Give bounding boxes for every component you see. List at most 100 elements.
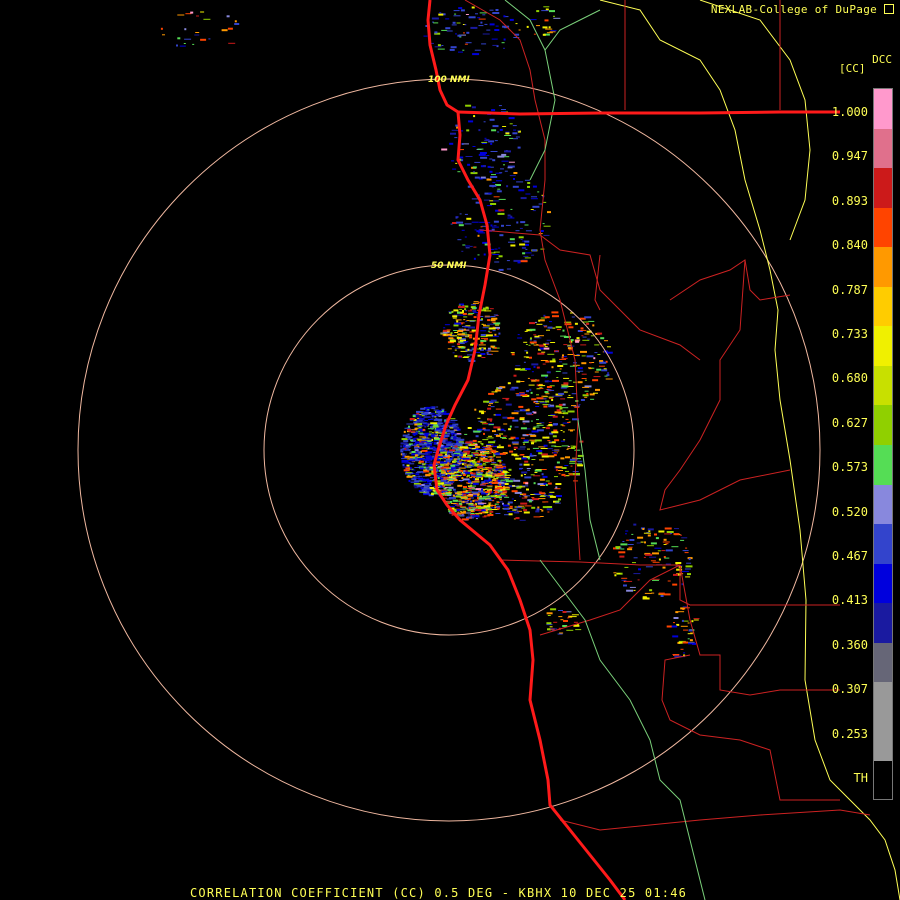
radar-echo-pixel xyxy=(511,412,519,415)
radar-echo-pixel xyxy=(562,416,564,418)
radar-echo-pixel xyxy=(402,455,405,458)
radar-echo-pixel xyxy=(489,158,493,160)
radar-echo-pixel xyxy=(604,340,608,342)
radar-echo-pixel xyxy=(562,354,564,357)
radar-echo-pixel xyxy=(489,184,497,187)
credit-text[interactable]: NEXLAB-College of DuPage xyxy=(711,3,894,16)
radar-echo-pixel xyxy=(620,548,625,550)
radar-echo-pixel xyxy=(463,328,466,331)
radar-echo-pixel xyxy=(503,38,506,41)
radar-echo-pixel xyxy=(574,449,581,451)
radar-echo-pixel xyxy=(469,472,473,475)
radar-echo-pixel xyxy=(562,363,568,365)
radar-echo-pixel xyxy=(499,483,502,486)
radar-echo-pixel xyxy=(511,498,514,500)
radar-echo-pixel xyxy=(417,420,425,422)
radar-echo-pixel xyxy=(474,176,480,179)
radar-echo-pixel xyxy=(425,464,433,466)
radar-echo-pixel xyxy=(488,331,492,333)
radar-echo-pixel xyxy=(429,477,433,479)
radar-echo-pixel xyxy=(572,364,580,366)
color-scale-tick-label: 1.000 xyxy=(831,105,868,119)
radar-echo-pixel xyxy=(558,473,561,475)
radar-echo-pixel xyxy=(465,104,472,107)
radar-echo-pixel xyxy=(682,641,688,644)
radar-echo-pixel xyxy=(671,546,679,548)
color-scale-segment xyxy=(874,168,892,209)
radar-echo-pixel xyxy=(570,445,576,447)
radar-echo-pixel xyxy=(513,374,517,377)
radar-echo-pixel xyxy=(487,486,493,488)
radar-echo-pixel xyxy=(463,143,469,145)
radar-echo-pixel xyxy=(474,161,481,163)
radar-echo-pixel xyxy=(488,441,496,444)
radar-echo-pixel xyxy=(567,446,570,447)
radar-echo-pixel xyxy=(482,488,487,490)
radar-echo-pixel xyxy=(477,148,484,150)
radar-echo-pixel xyxy=(475,457,478,459)
radar-echo-pixel xyxy=(451,129,459,131)
radar-echo-pixel xyxy=(505,132,510,135)
radar-echo-pixel xyxy=(629,586,636,588)
radar-echo-pixel xyxy=(451,310,454,313)
radar-echo-pixel xyxy=(510,208,513,210)
radar-echo-pixel xyxy=(401,460,409,462)
radar-echo-pixel xyxy=(421,463,424,465)
radar-echo-pixel xyxy=(412,444,417,446)
radar-echo-pixel xyxy=(472,146,476,147)
radar-echo-pixel xyxy=(531,506,536,509)
radar-echo-pixel xyxy=(567,422,571,423)
radar-echo-pixel xyxy=(518,505,525,507)
external-link-icon[interactable] xyxy=(884,4,894,14)
radar-echo-pixel xyxy=(618,551,626,554)
radar-echo-pixel xyxy=(400,442,408,445)
radar-echo-pixel xyxy=(434,415,438,417)
radar-echo-pixel xyxy=(536,25,540,27)
radar-echo-pixel xyxy=(471,476,476,478)
radar-echo-pixel xyxy=(539,422,545,424)
radar-echo-pixel xyxy=(492,44,498,46)
color-scale-tick-label: 0.307 xyxy=(831,682,868,697)
radar-echo-pixel xyxy=(536,366,540,369)
radar-echo-pixel xyxy=(490,399,497,402)
radar-echo-pixel xyxy=(500,437,506,439)
radar-echo-pixel xyxy=(497,212,505,215)
radar-echo-pixel xyxy=(452,317,457,319)
radar-echo-pixel xyxy=(525,248,528,250)
radar-echo-pixel xyxy=(478,232,485,234)
radar-echo-pixel xyxy=(565,418,569,420)
radar-echo-pixel xyxy=(509,238,515,241)
radar-echo-pixel xyxy=(569,462,576,464)
credit-label[interactable]: NEXLAB-College of DuPage xyxy=(711,3,877,16)
radar-echo-pixel xyxy=(558,616,563,618)
radar-echo-pixel xyxy=(623,584,627,587)
color-scale-segment xyxy=(874,603,892,644)
radar-echo-pixel xyxy=(495,513,501,514)
radar-echo-pixel xyxy=(571,447,575,449)
radar-echo-pixel xyxy=(499,501,504,503)
radar-echo-pixel xyxy=(526,351,529,354)
radar-echo-pixel xyxy=(520,474,523,477)
radar-echo-pixel xyxy=(482,453,485,455)
radar-echo-pixel xyxy=(562,329,565,332)
radar-echo-pixel xyxy=(483,459,490,462)
radar-echo-pixel xyxy=(488,404,491,406)
radar-echo-pixel xyxy=(633,573,641,575)
radar-echo-pixel xyxy=(563,475,566,477)
radar-echo-pixel xyxy=(547,511,550,513)
radar-echo-pixel xyxy=(543,6,550,8)
radar-echo-pixel xyxy=(542,404,549,406)
radar-echo-pixel xyxy=(474,49,481,51)
radar-echo-pixel xyxy=(530,379,535,381)
radar-echo-pixel xyxy=(226,15,230,18)
radar-echo-pixel xyxy=(453,15,461,17)
radar-echo-pixel xyxy=(523,463,530,466)
radar-echo-pixel xyxy=(586,322,590,325)
radar-echo-pixel xyxy=(440,477,444,480)
radar-echo-pixel xyxy=(234,20,237,23)
radar-echo-pixel xyxy=(665,563,671,565)
color-scale-segment xyxy=(874,524,892,565)
radar-echo-pixel xyxy=(546,508,553,511)
radar-echo-pixel xyxy=(452,469,459,471)
radar-echo-pixel xyxy=(503,164,505,166)
